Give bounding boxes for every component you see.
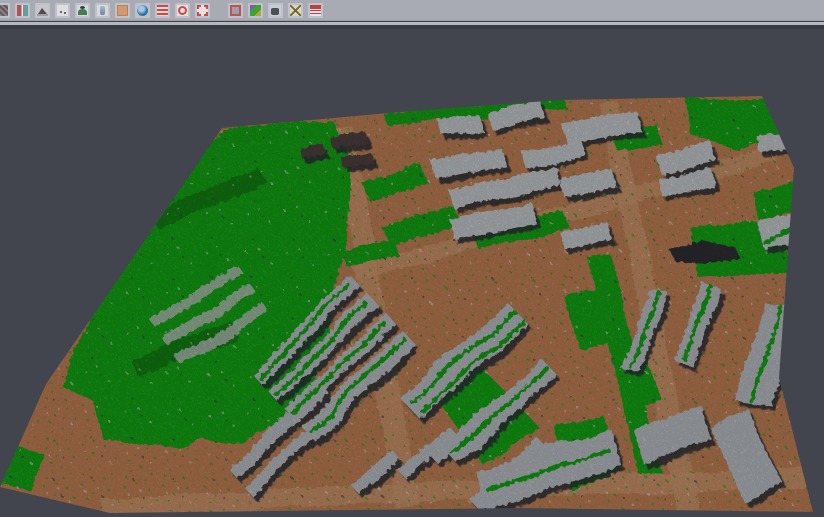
ring-icon[interactable]	[175, 3, 190, 18]
filter-frame-icon[interactable]	[228, 3, 243, 18]
striped-flag-icon[interactable]	[308, 3, 323, 18]
sparse-points-icon-glyph	[57, 5, 68, 16]
classification-palette-icon-glyph	[250, 5, 261, 16]
column-icon[interactable]	[95, 3, 110, 18]
column-icon-glyph	[97, 5, 108, 16]
toolbar-separator	[215, 3, 223, 18]
selection-corners-icon[interactable]	[195, 3, 210, 18]
terrain-mound-icon[interactable]	[75, 3, 90, 18]
red-layers-icon-glyph	[157, 5, 168, 16]
cloud-pair-icon-glyph	[17, 5, 28, 16]
terrain-mound-icon-glyph	[77, 5, 88, 16]
toolbar	[0, 0, 824, 21]
sparse-points-icon[interactable]	[55, 3, 70, 18]
texture-patch-icon-glyph	[0, 5, 8, 16]
yellow-cross-icon-glyph	[290, 5, 301, 16]
mountain-icon[interactable]	[35, 3, 50, 18]
cloud-pair-icon[interactable]	[15, 3, 30, 18]
viewport-3d[interactable]	[0, 25, 824, 517]
globe-icon[interactable]	[135, 3, 150, 18]
classification-palette-icon[interactable]	[248, 3, 263, 18]
globe-icon-glyph	[137, 5, 148, 16]
application-window	[0, 0, 824, 517]
filter-frame-icon-glyph	[230, 5, 241, 16]
mountain-icon-glyph	[37, 5, 48, 16]
red-layers-icon[interactable]	[155, 3, 170, 18]
texture-patch-icon[interactable]	[0, 3, 10, 18]
ring-icon-glyph	[177, 5, 188, 16]
striped-flag-icon-glyph	[310, 5, 321, 16]
yellow-cross-icon[interactable]	[288, 3, 303, 18]
solid-model-icon-glyph	[270, 5, 281, 16]
viewport-top-shade	[0, 25, 824, 29]
ground-patch-icon[interactable]	[115, 3, 130, 18]
toolbar-edge	[0, 22, 824, 25]
selection-corners-icon-glyph	[197, 5, 208, 16]
solid-model-icon[interactable]	[268, 3, 283, 18]
ground-patch-icon-glyph	[117, 5, 128, 16]
